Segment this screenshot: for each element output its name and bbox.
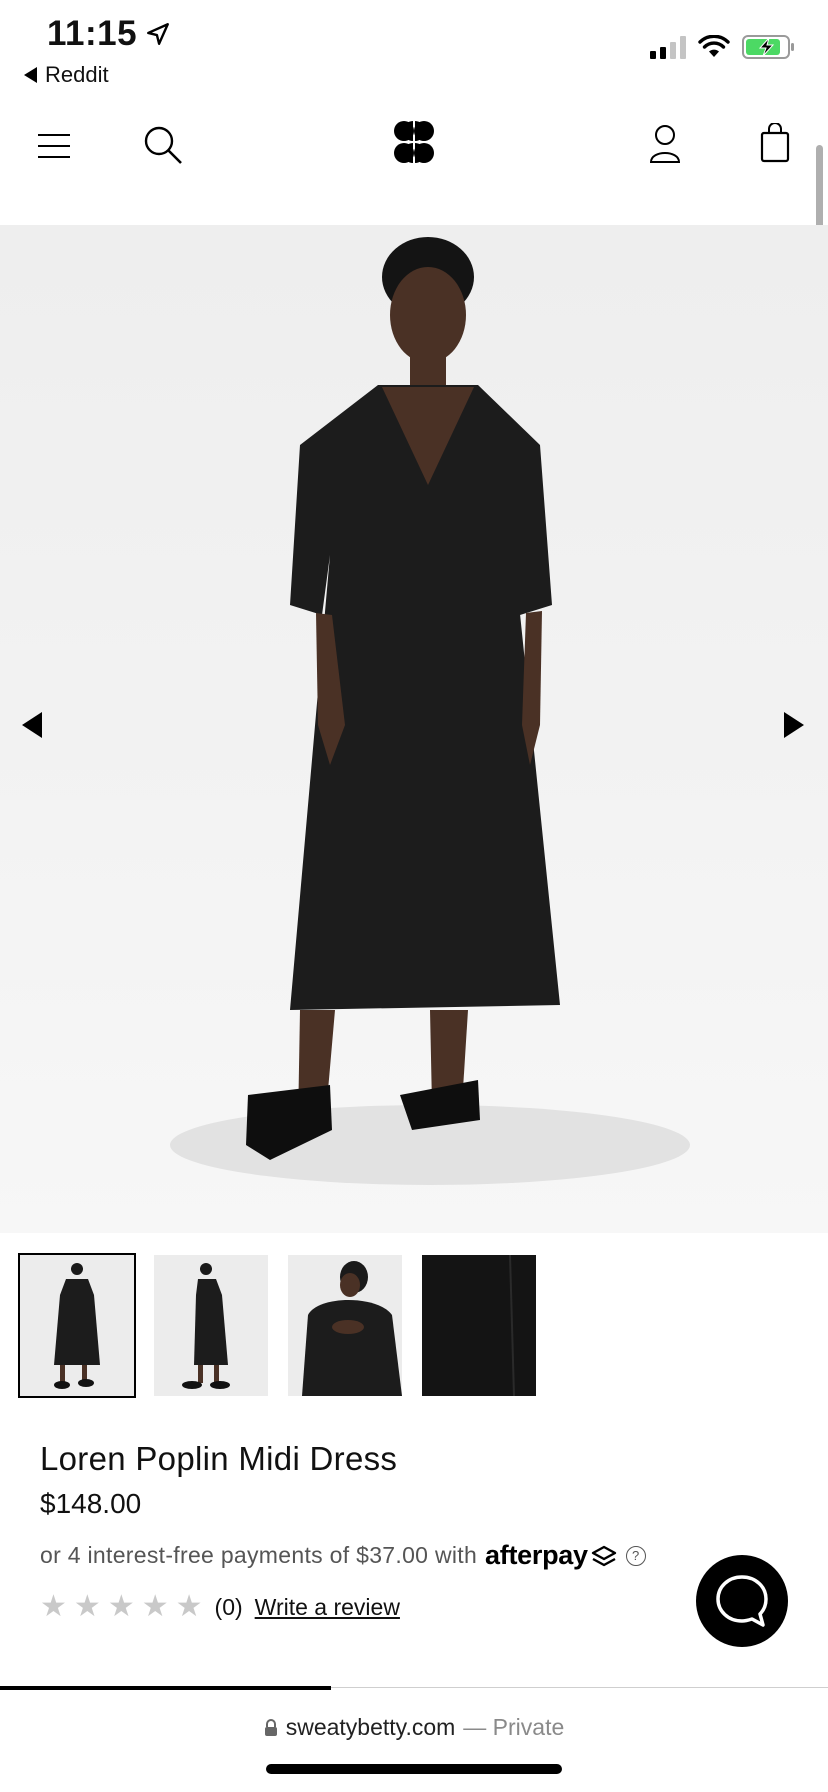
thumbnail-fabric-detail[interactable]	[422, 1255, 536, 1396]
lock-icon	[264, 1718, 277, 1736]
status-indicators	[650, 34, 796, 60]
review-count: (0)	[214, 1593, 243, 1620]
thumbnail-front-view[interactable]	[18, 1253, 136, 1398]
thumbnail-back-view[interactable]	[288, 1255, 402, 1396]
product-rating: ★ ★ ★ ★ ★ (0) Write a review	[40, 1592, 400, 1622]
product-main-image[interactable]	[0, 225, 828, 1233]
account-icon[interactable]	[645, 122, 685, 166]
wifi-icon	[698, 35, 730, 57]
status-bar: 11:15 Reddit	[0, 0, 828, 100]
write-review-link[interactable]: Write a review	[255, 1594, 400, 1621]
star-icon: ★	[40, 1590, 67, 1623]
product-price: $148.00	[40, 1488, 142, 1519]
chat-bubble-icon	[716, 1575, 768, 1627]
status-time: 11:15	[47, 14, 171, 54]
back-to-app-button[interactable]: Reddit	[24, 62, 109, 88]
afterpay-text: or 4 interest-free payments of $37.00 wi…	[40, 1542, 478, 1568]
back-app-label: Reddit	[45, 62, 109, 87]
shopping-bag-icon[interactable]	[755, 120, 795, 166]
gallery-prev-arrow[interactable]	[22, 712, 42, 738]
menu-icon[interactable]	[34, 126, 74, 166]
browser-address-bar[interactable]: sweatybetty.com — Private	[0, 1690, 828, 1792]
rating-stars: ★ ★ ★ ★ ★	[40, 1592, 203, 1622]
search-icon[interactable]	[140, 122, 186, 168]
product-title: Loren Poplin Midi Dress	[40, 1440, 398, 1477]
afterpay-info: or 4 interest-free payments of $37.00 wi…	[40, 1540, 646, 1571]
star-icon: ★	[141, 1590, 169, 1623]
site-header	[0, 100, 828, 225]
thumbnail-side-view[interactable]	[154, 1255, 268, 1396]
url-domain: sweatybetty.com	[285, 1714, 456, 1740]
location-arrow-icon	[147, 23, 170, 45]
gallery-next-arrow[interactable]	[784, 712, 804, 738]
model-in-dress-illustration	[170, 237, 690, 1185]
private-label: — Private	[463, 1714, 565, 1740]
chat-button[interactable]	[696, 1555, 788, 1647]
url-display[interactable]: sweatybetty.com — Private	[0, 1714, 828, 1741]
clock: 11:15	[47, 14, 138, 53]
star-icon: ★	[107, 1590, 135, 1623]
thumbnail-strip	[18, 1253, 536, 1398]
brand-logo-icon[interactable]	[390, 118, 438, 166]
back-triangle-icon	[24, 67, 37, 83]
star-icon: ★	[73, 1590, 101, 1623]
afterpay-arrows-icon	[591, 1545, 616, 1566]
star-icon: ★	[175, 1590, 203, 1623]
home-indicator[interactable]	[266, 1764, 562, 1774]
cellular-signal-icon	[650, 35, 686, 59]
afterpay-logo: afterpay	[485, 1540, 588, 1570]
battery-icon	[742, 35, 794, 59]
afterpay-help-icon[interactable]: ?	[625, 1545, 646, 1566]
